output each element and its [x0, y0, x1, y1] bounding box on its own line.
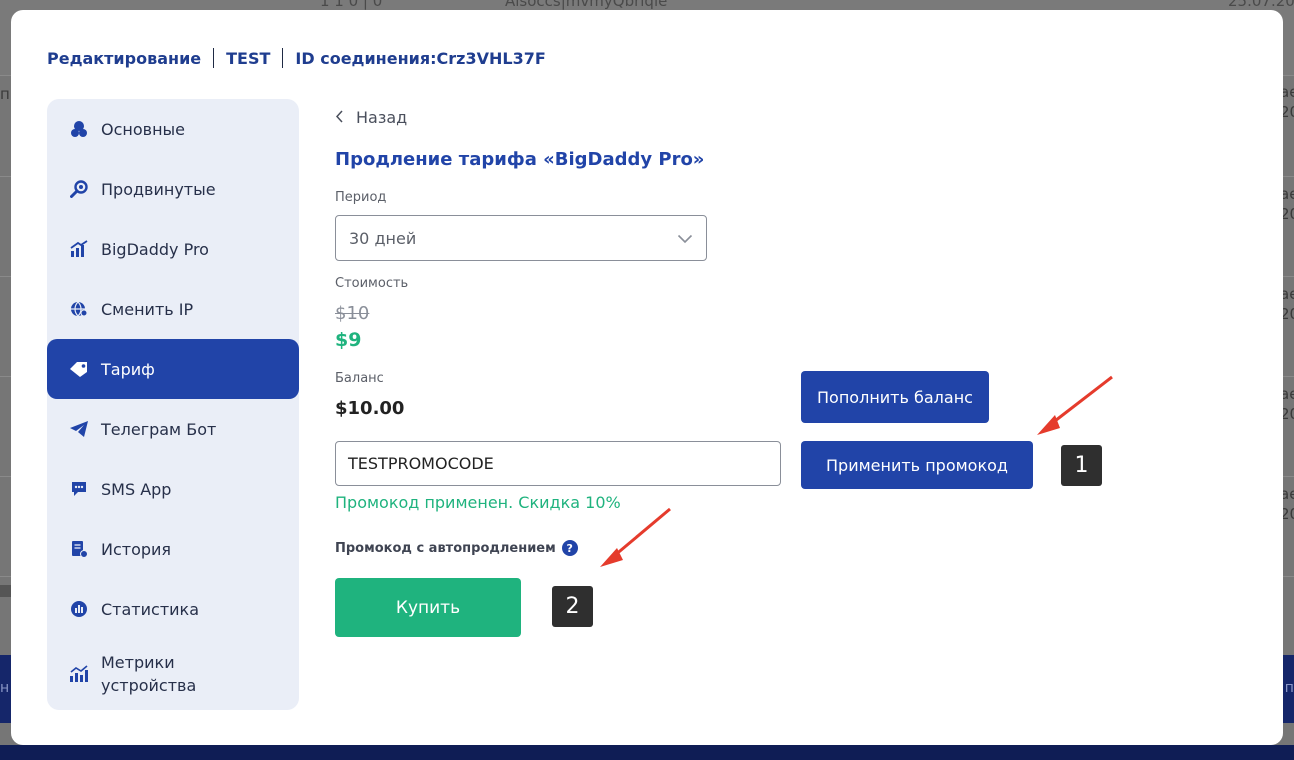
sidebar-item-label: Телеграм Бот	[101, 419, 217, 439]
balance-label: Баланс	[335, 371, 384, 386]
sidebar-item-tariff[interactable]: Тариф	[47, 339, 299, 399]
sidebar-item-change-ip[interactable]: Сменить IP	[47, 279, 299, 339]
auto-renew-promo-label: Промокод с автопродлением ?	[335, 540, 578, 556]
sidebar: Основные Продвинутые BigDaddy Pro Сменит…	[47, 99, 299, 710]
promo-status-message: Промокод применен. Скидка 10%	[335, 493, 621, 512]
stats-icon	[69, 599, 89, 619]
page-title: Продление тарифа «BigDaddy Pro»	[335, 149, 705, 170]
chevron-left-icon	[335, 109, 344, 127]
background-bottom-bar	[0, 745, 1294, 760]
sidebar-item-basic[interactable]: Основные	[47, 99, 299, 159]
back-link-label: Назад	[356, 108, 408, 127]
sidebar-item-telegram-bot[interactable]: Телеграм Бот	[47, 399, 299, 459]
globe-pin-icon	[69, 299, 89, 319]
annotation-marker-2: 2	[552, 586, 593, 627]
period-label: Период	[335, 190, 387, 205]
breadcrumb-connection-name: TEST	[226, 48, 271, 68]
chevron-down-icon	[677, 229, 693, 248]
topup-balance-button[interactable]: Пополнить баланс	[801, 371, 989, 423]
annotation-arrowhead-2	[600, 548, 623, 567]
sidebar-item-bigdaddy-pro[interactable]: BigDaddy Pro	[47, 219, 299, 279]
user-group-icon	[69, 119, 89, 139]
breadcrumb-connection-id: ID соединения:Crz3VHL37F	[295, 48, 546, 68]
chart-up-icon	[69, 239, 89, 259]
metrics-icon	[69, 664, 89, 684]
sidebar-item-advanced[interactable]: Продвинутые	[47, 159, 299, 219]
period-select[interactable]: 30 дней	[335, 215, 707, 261]
breadcrumb: Редактирование TEST ID соединения:Crz3VH…	[47, 47, 546, 69]
old-price: $10	[335, 303, 370, 324]
background-text: 25.07.20	[1228, 0, 1294, 10]
breadcrumb-divider	[213, 48, 215, 68]
help-icon[interactable]: ?	[561, 540, 578, 556]
back-link[interactable]: Назад	[335, 108, 407, 127]
chat-bubble-icon	[69, 479, 89, 499]
sidebar-item-statistics[interactable]: Статистика	[47, 579, 299, 639]
background-text: Alsoccs|mvmyQbriqie	[505, 0, 668, 10]
promo-code-value: TESTPROMOCODE	[348, 454, 494, 473]
new-price: $9	[335, 329, 362, 351]
sidebar-item-label: Метрики устройства	[101, 653, 197, 695]
breadcrumb-section: Редактирование	[47, 48, 202, 68]
annotation-arrow-1	[1050, 375, 1113, 426]
sidebar-item-label: Сменить IP	[101, 299, 194, 319]
annotation-arrow-2	[613, 507, 671, 558]
promo-code-input[interactable]: TESTPROMOCODE	[335, 441, 781, 486]
sidebar-item-label: SMS App	[101, 479, 172, 499]
telegram-icon	[69, 419, 89, 439]
history-doc-icon	[69, 539, 89, 559]
sidebar-item-label: Статистика	[101, 599, 199, 619]
background-text: н	[0, 680, 10, 696]
sidebar-item-history[interactable]: История	[47, 519, 299, 579]
buy-button[interactable]: Купить	[335, 578, 521, 637]
balance-value: $10.00	[335, 398, 405, 419]
background-text: п	[0, 85, 10, 103]
sidebar-item-label: Продвинутые	[101, 179, 216, 199]
breadcrumb-divider	[282, 48, 284, 68]
annotation-arrowhead-1	[1037, 415, 1060, 435]
background-text: 1 1 0 | 0	[320, 0, 383, 10]
apply-promo-button[interactable]: Применить промокод	[801, 441, 1033, 489]
cost-label: Стоимость	[335, 276, 409, 291]
period-select-value: 30 дней	[349, 228, 417, 248]
price-tag-icon	[69, 359, 89, 379]
sidebar-item-device-metrics[interactable]: Метрики устройства	[47, 644, 299, 704]
auto-renew-promo-text: Промокод с автопродлением	[335, 540, 556, 556]
search-gear-icon	[69, 179, 89, 199]
sidebar-item-label: Основные	[101, 119, 186, 139]
annotation-marker-1: 1	[1061, 445, 1102, 486]
edit-connection-modal: Редактирование TEST ID соединения:Crz3VH…	[11, 10, 1283, 745]
sidebar-item-sms-app[interactable]: SMS App	[47, 459, 299, 519]
sidebar-item-label: BigDaddy Pro	[101, 239, 209, 259]
sidebar-item-label: История	[101, 539, 172, 559]
sidebar-item-label: Тариф	[101, 359, 155, 379]
